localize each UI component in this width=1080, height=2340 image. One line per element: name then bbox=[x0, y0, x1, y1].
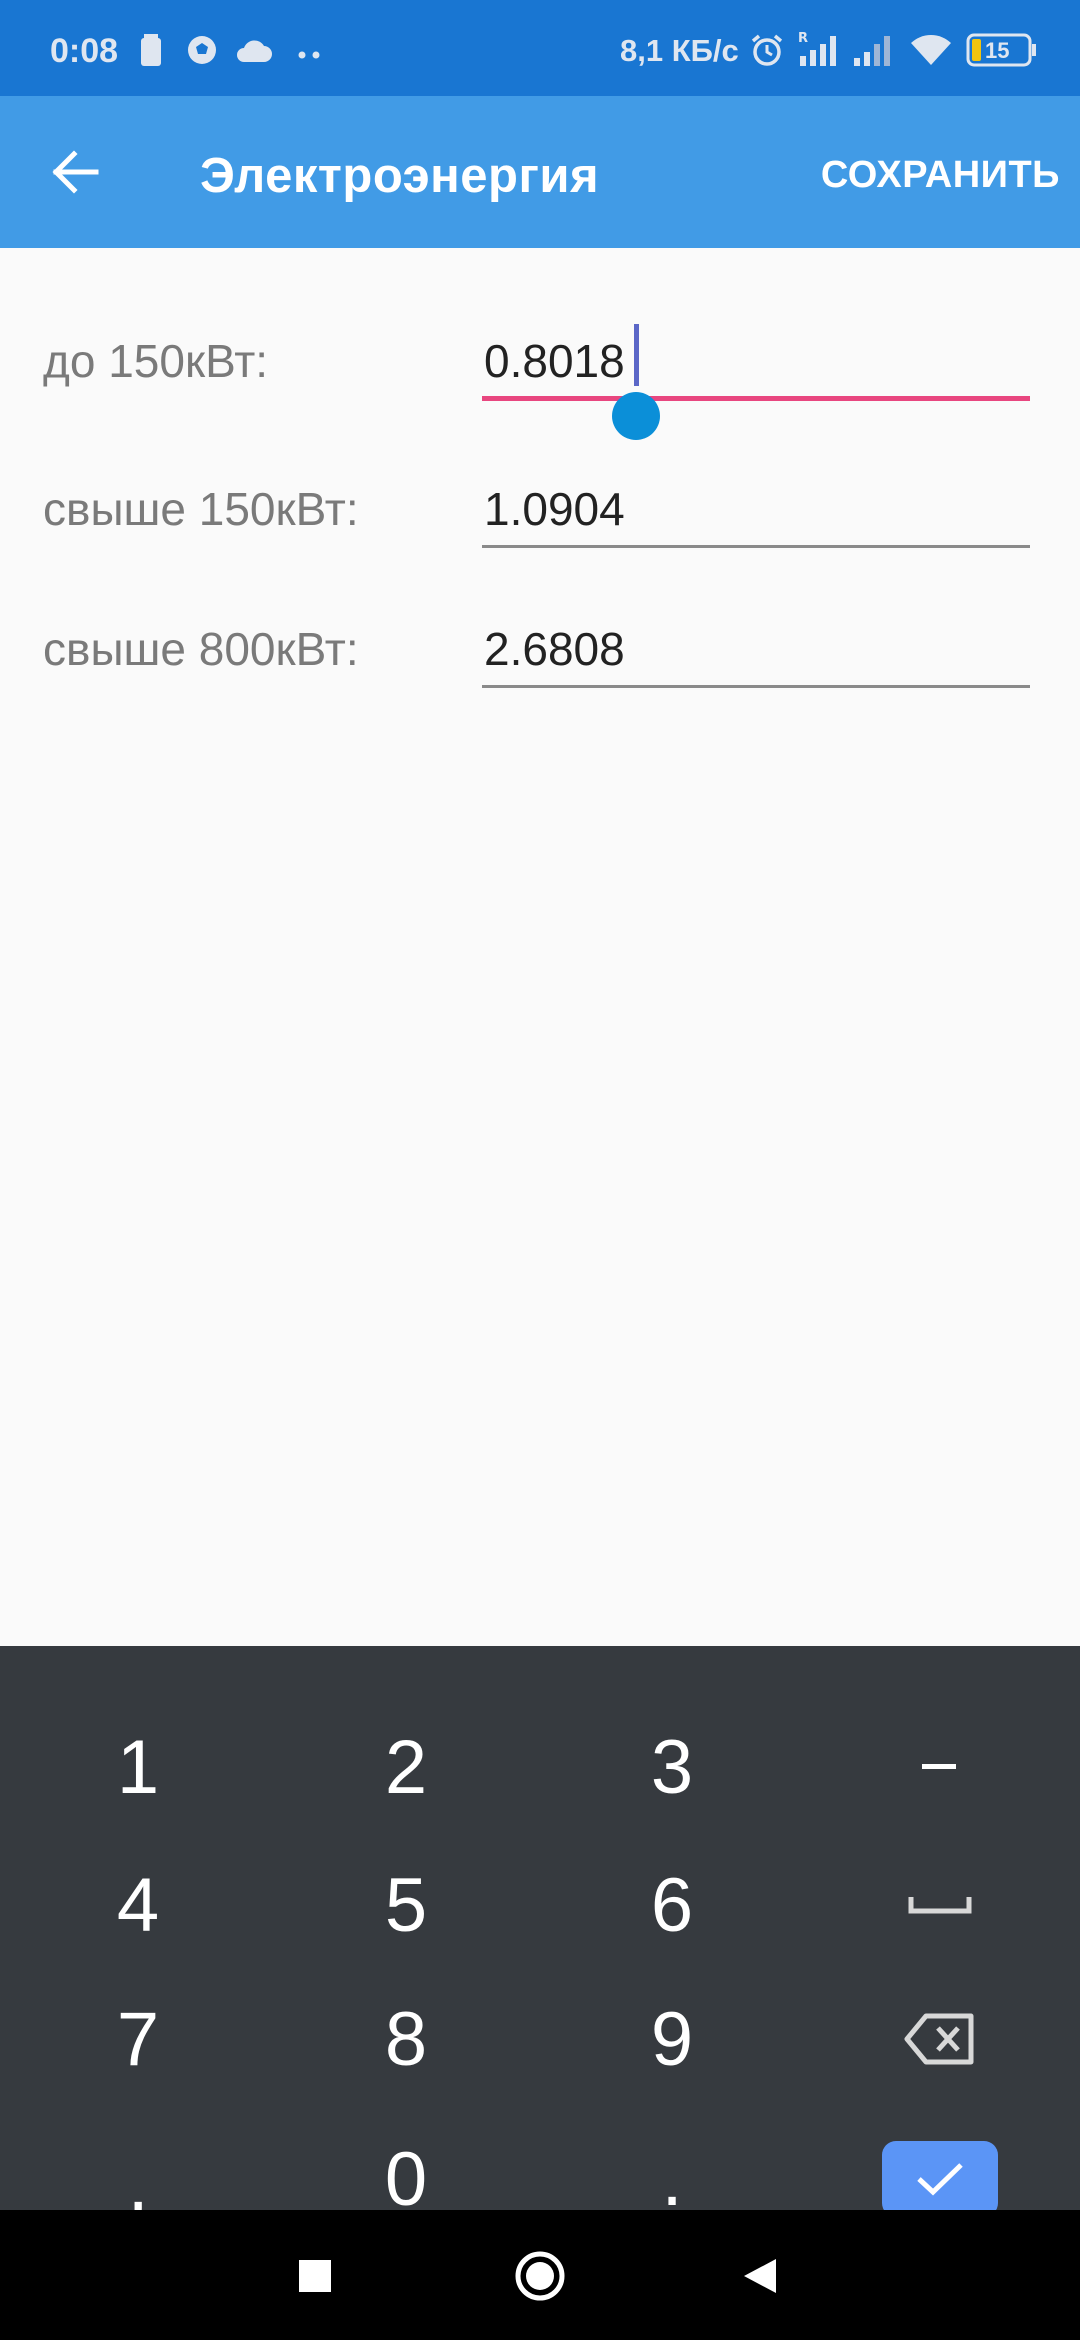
network-speed: 8,1 КБ/с bbox=[620, 33, 739, 68]
tariff-input-up-to-150[interactable]: 0.8018 bbox=[482, 320, 1030, 440]
checkmark-icon bbox=[917, 2163, 963, 2196]
input-underline bbox=[482, 545, 1030, 548]
key-backspace[interactable] bbox=[805, 1970, 1075, 2108]
minus-icon bbox=[922, 1764, 956, 1769]
key-minus[interactable] bbox=[805, 1698, 1075, 1836]
tariff-input-over-800[interactable]: 2.6808 bbox=[482, 608, 1030, 688]
tariff-row-over-800: свыше 800кВт: 2.6808 bbox=[0, 608, 1080, 708]
key-4[interactable]: 4 bbox=[3, 1836, 273, 1974]
home-circle-icon bbox=[515, 2251, 565, 2301]
input-value: 2.6808 bbox=[484, 623, 625, 675]
recents-button[interactable] bbox=[285, 2246, 345, 2306]
text-cursor bbox=[634, 324, 639, 386]
key-2[interactable]: 2 bbox=[271, 1698, 541, 1836]
signal-roaming-icon: R bbox=[798, 30, 842, 73]
numeric-keyboard: 1 2 3 4 5 6 7 8 9 , 0 . bbox=[0, 1646, 1080, 2227]
row-label: свыше 150кВт: bbox=[43, 483, 359, 535]
tariff-row-up-to-150: до 150кВт: 0.8018 bbox=[0, 320, 1080, 440]
battery-level: 15 bbox=[985, 38, 1010, 63]
wifi-icon bbox=[910, 33, 952, 72]
save-button[interactable]: СОХРАНИТЬ bbox=[821, 154, 1060, 197]
status-time: 0:08 bbox=[50, 32, 119, 70]
home-button[interactable] bbox=[510, 2246, 570, 2306]
status-bar: 0:08 8,1 КБ/с R 15 bbox=[0, 0, 1080, 96]
soccer-ball-icon bbox=[186, 34, 218, 71]
battery-icon bbox=[140, 34, 162, 71]
key-8[interactable]: 8 bbox=[271, 1970, 541, 2108]
row-label: до 150кВт: bbox=[43, 335, 269, 387]
space-icon bbox=[908, 1897, 972, 1914]
page-title: Электроэнергия bbox=[200, 149, 600, 203]
key-6[interactable]: 6 bbox=[537, 1836, 807, 1974]
key-9[interactable]: 9 bbox=[537, 1970, 807, 2108]
tariff-input-over-150[interactable]: 1.0904 bbox=[482, 468, 1030, 548]
system-nav-bar bbox=[0, 2210, 1080, 2340]
tariff-row-over-150: свыше 150кВт: 1.0904 bbox=[0, 468, 1080, 568]
input-underline bbox=[482, 685, 1030, 688]
signal-icon bbox=[852, 34, 896, 73]
done-button-bg bbox=[882, 2141, 998, 2217]
input-value: 0.8018 bbox=[484, 335, 625, 387]
input-value: 1.0904 bbox=[484, 483, 625, 535]
key-space[interactable] bbox=[805, 1836, 1075, 1974]
input-underline bbox=[482, 396, 1030, 401]
system-back-button[interactable] bbox=[730, 2246, 790, 2306]
row-label: свыше 800кВт: bbox=[43, 623, 359, 675]
recents-square-icon bbox=[299, 2260, 331, 2292]
back-button[interactable] bbox=[40, 136, 112, 208]
backspace-icon bbox=[904, 2013, 974, 2065]
back-triangle-icon bbox=[744, 2259, 776, 2293]
cursor-handle[interactable] bbox=[612, 392, 660, 440]
alarm-icon bbox=[750, 33, 784, 72]
svg-text:R: R bbox=[798, 31, 808, 46]
app-bar: Электроэнергия СОХРАНИТЬ bbox=[0, 96, 1080, 248]
key-3[interactable]: 3 bbox=[537, 1698, 807, 1836]
key-7[interactable]: 7 bbox=[3, 1970, 273, 2108]
key-1[interactable]: 1 bbox=[3, 1698, 273, 1836]
key-5[interactable]: 5 bbox=[271, 1836, 541, 1974]
more-dots-icon bbox=[298, 46, 322, 64]
cloud-icon bbox=[234, 38, 272, 67]
arrow-back-icon bbox=[52, 150, 99, 194]
